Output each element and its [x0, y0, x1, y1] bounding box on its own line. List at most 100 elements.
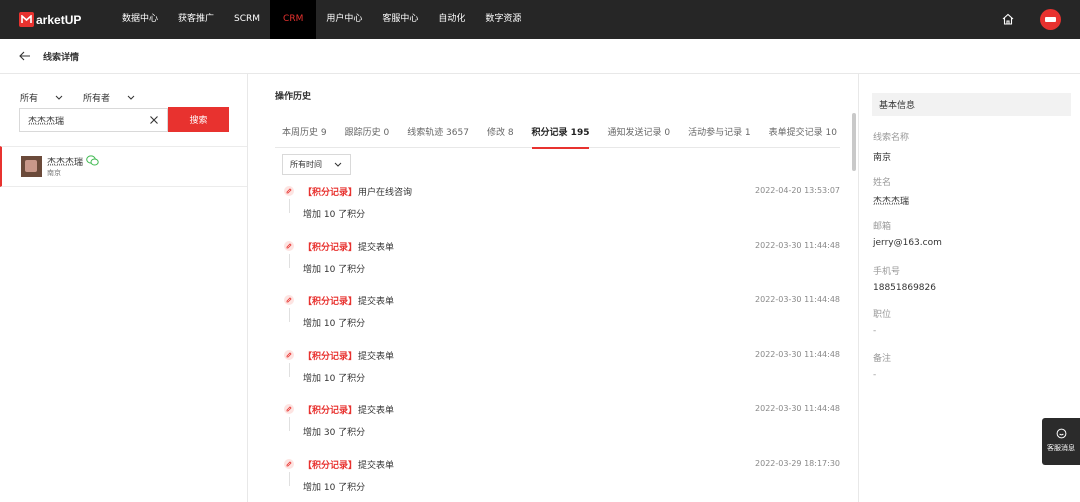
field-value-email: jerry@163.com [873, 238, 942, 248]
timeline-line [289, 417, 290, 431]
page-title: 线索详情 [43, 52, 80, 63]
scrollbar[interactable] [852, 113, 856, 171]
page-header: 线索详情 [0, 39, 1080, 74]
chevron-down-icon [127, 95, 135, 100]
nav-item-data-center[interactable]: 数据中心 [112, 0, 168, 39]
owner-select[interactable]: 所有者 [83, 91, 135, 104]
field-label-email: 邮箱 [873, 222, 892, 232]
record-time: 2022-03-30 11:44:48 [755, 295, 840, 304]
edit-icon [284, 458, 294, 469]
history-panel: 操作历史 本周历史 9 跟踪历史 0 线索轨迹 3657 修改 8 积分记录 1… [248, 74, 858, 502]
record-time: 2022-03-29 18:17:30 [755, 458, 840, 468]
record-tag: 【积分记录】 [303, 297, 358, 307]
field-value-remarks: - [873, 370, 877, 380]
edit-icon [284, 240, 294, 251]
nav-item-automation[interactable]: 自动化 [428, 0, 475, 39]
record-tag: 【积分记录】 [303, 188, 358, 198]
record-tag: 【积分记录】 [303, 406, 358, 416]
search-input[interactable] [28, 115, 138, 125]
edit-icon [284, 349, 294, 360]
tab-points-records[interactable]: 积分记录 195 [531, 125, 589, 149]
record-tag: 【积分记录】 [303, 351, 358, 362]
nav-item-acquisition[interactable]: 获客推广 [168, 0, 224, 39]
top-navigation: arketUP 数据中心 获客推广 SCRM CRM 用户中心 客服中心 自动化… [0, 0, 1080, 39]
list-item: 【积分记录】 用户在线咨询 2022-04-20 13:53:07 增加 10 了积分 [282, 182, 842, 236]
record-title: 提交表单 [358, 460, 395, 471]
chevron-down-icon [55, 95, 63, 100]
record-desc: 增加 10 了积分 [303, 319, 366, 329]
field-value-name: 杰杰杰瑞 [873, 197, 910, 207]
timeline-line [289, 308, 290, 322]
record-desc: 增加 10 了积分 [303, 482, 366, 493]
tab-activity-records[interactable]: 活动参与记录 1 [688, 125, 751, 148]
lead-name: 杰杰杰瑞 [47, 158, 84, 168]
logo-text: arketUP [36, 12, 82, 27]
record-title: 提交表单 [358, 351, 395, 362]
field-label-position: 职位 [873, 310, 892, 320]
logo[interactable]: arketUP [19, 12, 99, 27]
tab-modifications[interactable]: 修改 8 [487, 125, 514, 148]
list-item: 【积分记录】 提交表单 2022-03-30 11:44:48 增加 10 了积分 [282, 237, 842, 291]
nav-item-digital-assets[interactable]: 数字资源 [475, 0, 531, 39]
service-message-label: 客服消息 [1047, 444, 1075, 452]
record-time: 2022-04-20 13:53:07 [755, 186, 840, 195]
time-range-value: 所有时间 [290, 160, 322, 169]
tab-form-submissions[interactable]: 表单提交记录 10 [769, 125, 837, 148]
record-tag: 【积分记录】 [303, 242, 358, 253]
record-title: 提交表单 [358, 406, 395, 416]
history-section-title: 操作历史 [275, 92, 312, 102]
service-message-button[interactable]: 客服消息 [1042, 418, 1080, 465]
field-label-name: 姓名 [873, 178, 892, 188]
record-time: 2022-03-30 11:44:48 [755, 349, 840, 359]
nav-item-scrm[interactable]: SCRM [224, 0, 270, 39]
record-title: 提交表单 [358, 297, 395, 307]
chevron-down-icon [334, 162, 342, 167]
tab-weekly-history[interactable]: 本周历史 9 [282, 125, 327, 148]
owner-select-value: 所有者 [83, 94, 111, 104]
time-range-select[interactable]: 所有时间 [282, 154, 351, 175]
record-title: 提交表单 [358, 242, 395, 253]
record-time: 2022-03-30 11:44:48 [755, 240, 840, 250]
avatar [21, 156, 42, 177]
tab-tracking-history[interactable]: 跟踪历史 0 [345, 125, 390, 148]
timeline-line [289, 253, 290, 268]
wechat-icon [86, 155, 99, 166]
timeline-line [289, 199, 290, 213]
record-title: 用户在线咨询 [358, 188, 413, 198]
user-avatar[interactable] [1040, 9, 1061, 30]
field-value-position: - [873, 326, 877, 336]
nav-item-service-center[interactable]: 客服中心 [372, 0, 428, 39]
field-label-remarks: 备注 [873, 354, 892, 364]
timeline-line [289, 362, 290, 377]
record-desc: 增加 10 了积分 [303, 373, 366, 384]
chat-icon [1056, 428, 1066, 439]
lead-list-panel: 所有 所有者 搜索 杰杰杰瑞 南京 [0, 74, 248, 502]
edit-icon [284, 186, 294, 196]
back-arrow-icon[interactable] [18, 49, 32, 63]
close-icon[interactable] [149, 115, 159, 125]
scope-select[interactable]: 所有 [20, 91, 63, 104]
home-icon[interactable] [1001, 12, 1015, 26]
list-item: 【积分记录】 提交表单 2022-03-30 11:44:48 增加 30 了积分 [282, 400, 842, 454]
tab-lead-trail[interactable]: 线索轨迹 3657 [407, 125, 469, 148]
record-time: 2022-03-30 11:44:48 [755, 404, 840, 413]
field-value-phone: 18851869826 [873, 283, 936, 293]
edit-icon [284, 404, 294, 414]
search-field [19, 108, 168, 132]
history-tabs: 本周历史 9 跟踪历史 0 线索轨迹 3657 修改 8 积分记录 195 通知… [275, 125, 840, 149]
field-label-phone: 手机号 [873, 267, 901, 277]
nav-item-crm[interactable]: CRM [270, 0, 317, 39]
tab-notification-records[interactable]: 通知发送记录 0 [607, 125, 670, 148]
field-value-lead-name: 南京 [873, 153, 892, 163]
timeline-line [289, 471, 290, 486]
nav-item-user-center[interactable]: 用户中心 [316, 0, 372, 39]
basic-info-title: 基本信息 [872, 93, 1071, 116]
lead-city: 南京 [47, 169, 61, 177]
list-item: 【积分记录】 提交表单 2022-03-30 11:44:48 增加 10 了积分 [282, 346, 842, 400]
scope-select-value: 所有 [20, 94, 39, 104]
lead-list-item[interactable]: 杰杰杰瑞 南京 [0, 146, 247, 187]
list-item: 【积分记录】 提交表单 2022-03-30 11:44:48 增加 10 了积分 [282, 291, 842, 345]
edit-icon [284, 295, 294, 305]
record-desc: 增加 10 了积分 [303, 210, 366, 220]
search-button[interactable]: 搜索 [168, 107, 229, 132]
